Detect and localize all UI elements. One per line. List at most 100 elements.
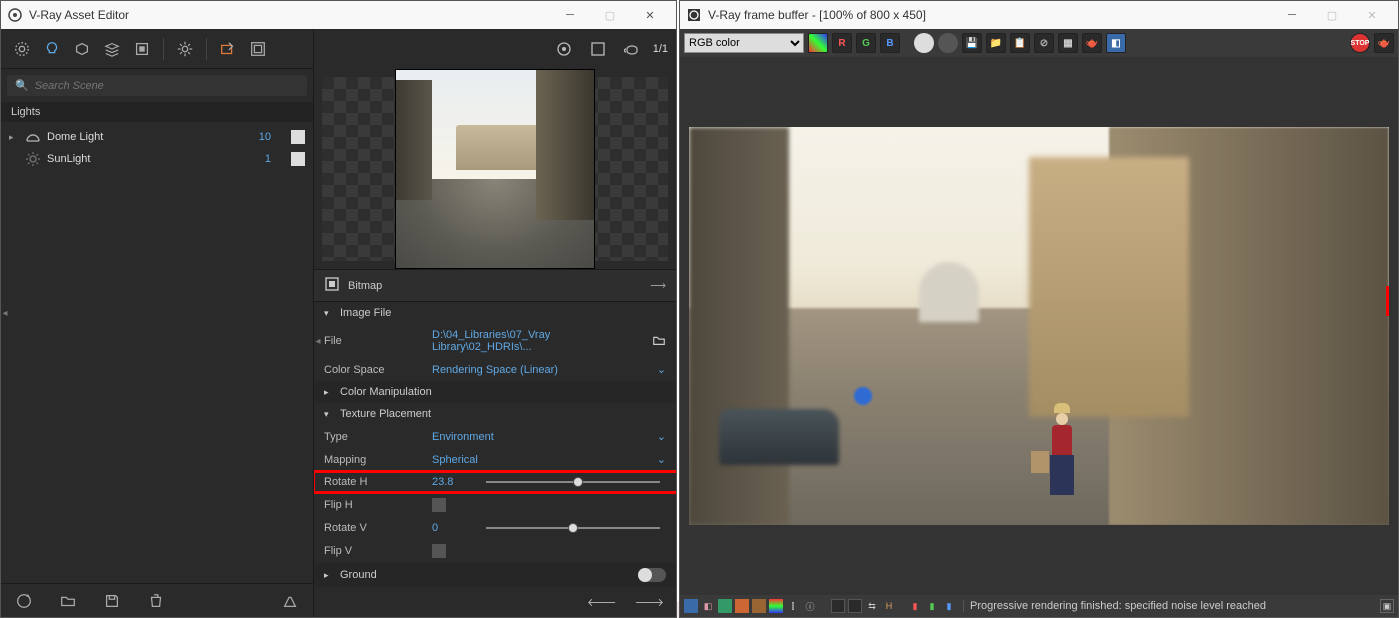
browse-folder-icon[interactable] (652, 333, 666, 350)
status-bar-icon[interactable]: ▮ (925, 599, 939, 613)
teapot-small-icon[interactable]: 🫖 (1374, 33, 1394, 53)
rotate-h-slider[interactable] (480, 481, 666, 483)
status-text: Progressive rendering finished: specifie… (963, 600, 1377, 612)
file-path-value[interactable]: D:\04_Libraries\07_Vray Library\02_HDRIs… (432, 329, 644, 353)
layers-icon[interactable] (99, 36, 125, 62)
rotate-v-value[interactable]: 0 (432, 522, 472, 534)
minimize-button[interactable]: ─ (550, 1, 590, 29)
vfb-window: V-Ray frame buffer - [100% of 800 x 450]… (679, 0, 1399, 618)
targets-icon[interactable] (551, 36, 577, 62)
delete-icon[interactable] (143, 588, 169, 614)
swap-icon[interactable]: ⇆ (865, 599, 879, 613)
collapse-grip-left[interactable]: ◂ (1, 301, 9, 325)
asset-editor-bottom-bar (1, 583, 313, 617)
open-folder-icon[interactable] (55, 588, 81, 614)
asset-editor-titlebar[interactable]: V-Ray Asset Editor ─ ▢ ✕ (1, 1, 676, 29)
status-bar-icon[interactable]: ▮ (942, 599, 956, 613)
flip-h-checkbox[interactable] (432, 498, 446, 512)
group-ground[interactable]: ▸Ground (314, 563, 676, 587)
group-color-manipulation[interactable]: ▸Color Manipulation (314, 381, 676, 403)
status-bar-icon[interactable]: ▮ (908, 599, 922, 613)
tree-row-sunlight[interactable]: SunLight 1 (1, 148, 313, 170)
row-flip-v: Flip V (314, 539, 676, 563)
group-image-file[interactable]: ▾Image File (314, 302, 676, 324)
close-button[interactable]: ✕ (630, 1, 670, 29)
asset-editor-properties: ◂ 1/1 Bitmap ⟶ ▾Image F (314, 29, 676, 617)
maximize-button[interactable]: ▢ (590, 1, 630, 29)
type-value[interactable]: Environment (432, 431, 649, 443)
status-icon[interactable]: ◧ (701, 599, 715, 613)
histogram-icon[interactable]: ⫿ (786, 599, 800, 613)
render-production-icon[interactable] (245, 36, 271, 62)
teapot-render-icon[interactable]: 🫖 (1082, 33, 1102, 53)
save-image-icon[interactable]: 💾 (962, 33, 982, 53)
maximize-button[interactable]: ▢ (1312, 1, 1352, 29)
mapping-value[interactable]: Spherical (432, 454, 649, 466)
clipboard-icon[interactable]: 📋 (1010, 33, 1030, 53)
flip-v-checkbox[interactable] (432, 544, 446, 558)
tree-item-toggle[interactable] (291, 152, 305, 166)
group-texture-placement[interactable]: ▾Texture Placement (314, 403, 676, 425)
bitmap-header[interactable]: Bitmap ⟶ (314, 269, 676, 302)
link-icon[interactable]: ◧ (1106, 33, 1126, 53)
compare-b-icon[interactable] (848, 599, 862, 613)
back-icon[interactable]: 🡐 (587, 595, 617, 609)
alpha-icon[interactable] (938, 33, 958, 53)
purge-icon[interactable] (277, 588, 303, 614)
mono-icon[interactable] (914, 33, 934, 53)
minimize-button[interactable]: ─ (1272, 1, 1312, 29)
dropdown-icon[interactable]: ⌄ (657, 363, 666, 376)
tree-item-toggle[interactable] (291, 130, 305, 144)
expand-status-icon[interactable]: ▣ (1380, 599, 1394, 613)
close-button[interactable]: ✕ (1352, 1, 1392, 29)
vray-logo-icon (7, 7, 23, 23)
dropdown-icon[interactable]: ⌄ (657, 430, 666, 443)
stop-render-icon[interactable]: STOP (1350, 33, 1370, 53)
info-icon[interactable]: ⓘ (803, 599, 817, 613)
rgb-channel-icon[interactable] (808, 33, 828, 53)
geometry-icon[interactable] (69, 36, 95, 62)
colorspace-value[interactable]: Rendering Space (Linear) (432, 364, 649, 376)
rotate-v-slider[interactable] (480, 527, 666, 529)
tree-item-value[interactable]: 10 (241, 131, 271, 143)
render-interactive-icon[interactable] (215, 36, 241, 62)
bitmap-icon (324, 276, 340, 295)
status-icon[interactable] (769, 599, 783, 613)
g-channel-button[interactable]: G (856, 33, 876, 53)
clear-icon[interactable]: ⊘ (1034, 33, 1054, 53)
settings-icon[interactable] (172, 36, 198, 62)
status-icon[interactable] (684, 599, 698, 613)
lights-icon[interactable] (39, 36, 65, 62)
asset-editor-toolbar (1, 29, 313, 69)
teapot-icon[interactable] (619, 36, 645, 62)
vfb-viewport[interactable] (680, 57, 1398, 595)
textures-icon[interactable] (129, 36, 155, 62)
preview-expand-icon[interactable] (585, 36, 611, 62)
ground-toggle[interactable] (638, 568, 666, 582)
status-icon[interactable] (735, 599, 749, 613)
compare-a-icon[interactable] (831, 599, 845, 613)
properties-scroll[interactable]: Bitmap ⟶ ▾Image File File D:\04_Librarie… (314, 269, 676, 587)
status-icon[interactable] (718, 599, 732, 613)
status-icon[interactable] (752, 599, 766, 613)
status-h-label[interactable]: H (882, 599, 896, 613)
up-level-icon[interactable]: ⟶ (650, 279, 666, 292)
add-asset-icon[interactable] (11, 588, 37, 614)
region-icon[interactable]: ▦ (1058, 33, 1078, 53)
vfb-titlebar[interactable]: V-Ray frame buffer - [100% of 800 x 450]… (680, 1, 1398, 29)
forward-icon[interactable]: 🡒 (635, 595, 665, 609)
dropdown-icon[interactable]: ⌄ (657, 453, 666, 466)
rotate-h-value[interactable]: 23.8 (432, 476, 472, 488)
toolbar-separator (163, 38, 164, 60)
search-input[interactable] (35, 80, 299, 92)
search-scene[interactable]: 🔍 (7, 75, 307, 96)
save-icon[interactable] (99, 588, 125, 614)
tree-item-value[interactable]: 1 (241, 153, 271, 165)
b-channel-button[interactable]: B (880, 33, 900, 53)
materials-icon[interactable] (9, 36, 35, 62)
channel-select[interactable]: RGB color (684, 33, 804, 53)
expand-icon[interactable]: ▸ (9, 132, 19, 143)
tree-row-dome-light[interactable]: ▸ Dome Light 10 (1, 126, 313, 148)
r-channel-button[interactable]: R (832, 33, 852, 53)
open-folder-icon[interactable]: 📁 (986, 33, 1006, 53)
